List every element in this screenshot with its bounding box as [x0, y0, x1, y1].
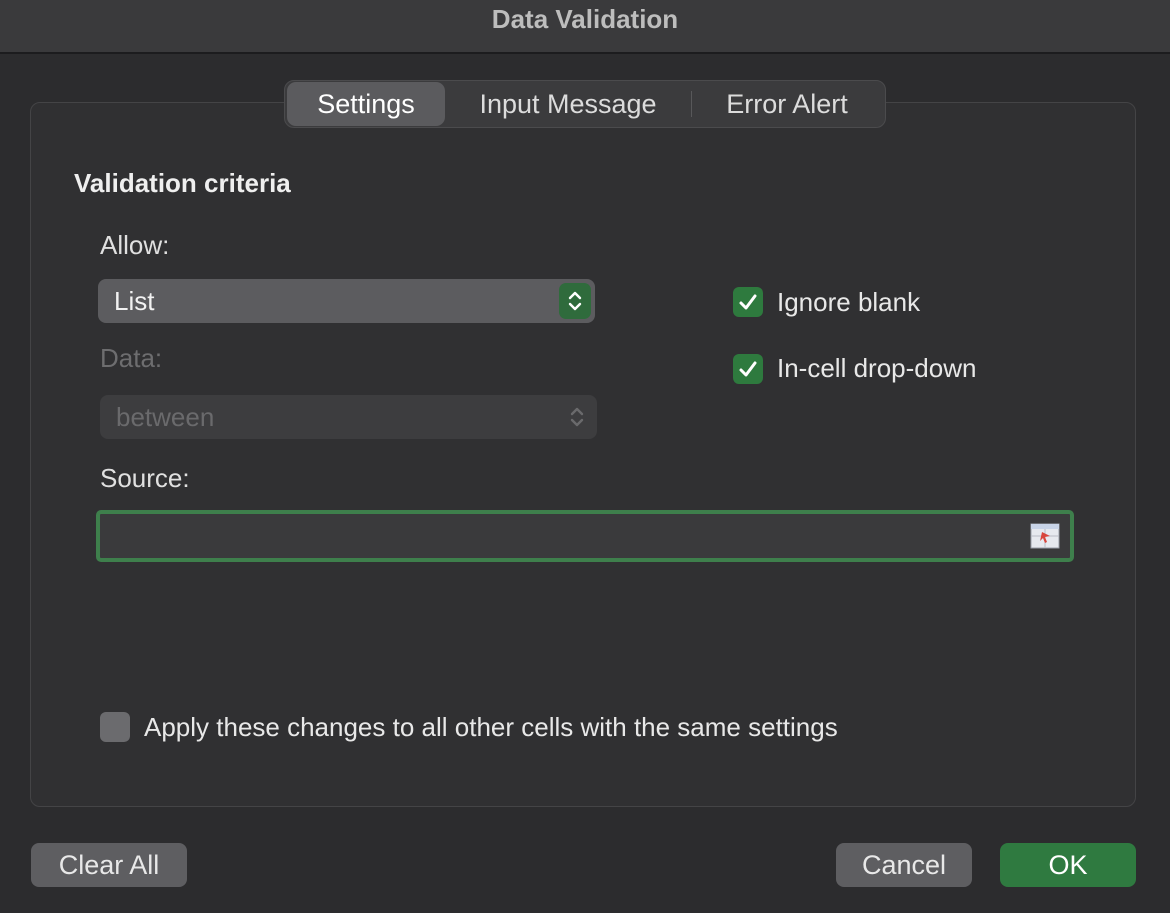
- apply-all-checkbox[interactable]: [100, 712, 130, 742]
- title-bar: Data Validation: [0, 0, 1170, 54]
- ignore-blank-checkbox[interactable]: [733, 287, 763, 317]
- allow-label: Allow:: [100, 230, 170, 260]
- settings-panel: [30, 102, 1136, 807]
- tab-error-alert[interactable]: Error Alert: [692, 82, 882, 126]
- range-selector-icon[interactable]: [1030, 523, 1060, 549]
- cancel-button[interactable]: Cancel: [836, 843, 972, 887]
- window-title: Data Validation: [491, 4, 679, 34]
- tab-settings[interactable]: Settings: [287, 82, 445, 126]
- data-select[interactable]: between: [100, 395, 597, 439]
- apply-all-label: Apply these changes to all other cells w…: [144, 712, 838, 742]
- source-label: Source:: [100, 463, 190, 493]
- tab-input-message[interactable]: Input Message: [445, 82, 691, 126]
- in-cell-dropdown-label: In-cell drop-down: [777, 353, 977, 383]
- source-input[interactable]: [96, 510, 1074, 562]
- checkmark-icon: [739, 361, 757, 377]
- data-validation-dialog: Data Validation Settings Input Message E…: [0, 0, 1170, 913]
- data-select-value: between: [116, 401, 215, 432]
- chevron-up-down-icon: [561, 399, 593, 435]
- in-cell-dropdown-checkbox[interactable]: [733, 354, 763, 384]
- validation-criteria-heading: Validation criteria: [74, 168, 291, 198]
- data-label: Data:: [100, 343, 163, 373]
- ok-button[interactable]: OK: [1000, 843, 1136, 887]
- allow-select[interactable]: List: [98, 279, 595, 323]
- ignore-blank-label: Ignore blank: [777, 287, 921, 317]
- allow-select-value: List: [114, 285, 155, 316]
- tab-bar: Settings Input Message Error Alert: [284, 80, 886, 128]
- clear-all-button[interactable]: Clear All: [31, 843, 187, 887]
- checkmark-icon: [739, 294, 757, 310]
- chevron-up-down-icon: [559, 283, 591, 319]
